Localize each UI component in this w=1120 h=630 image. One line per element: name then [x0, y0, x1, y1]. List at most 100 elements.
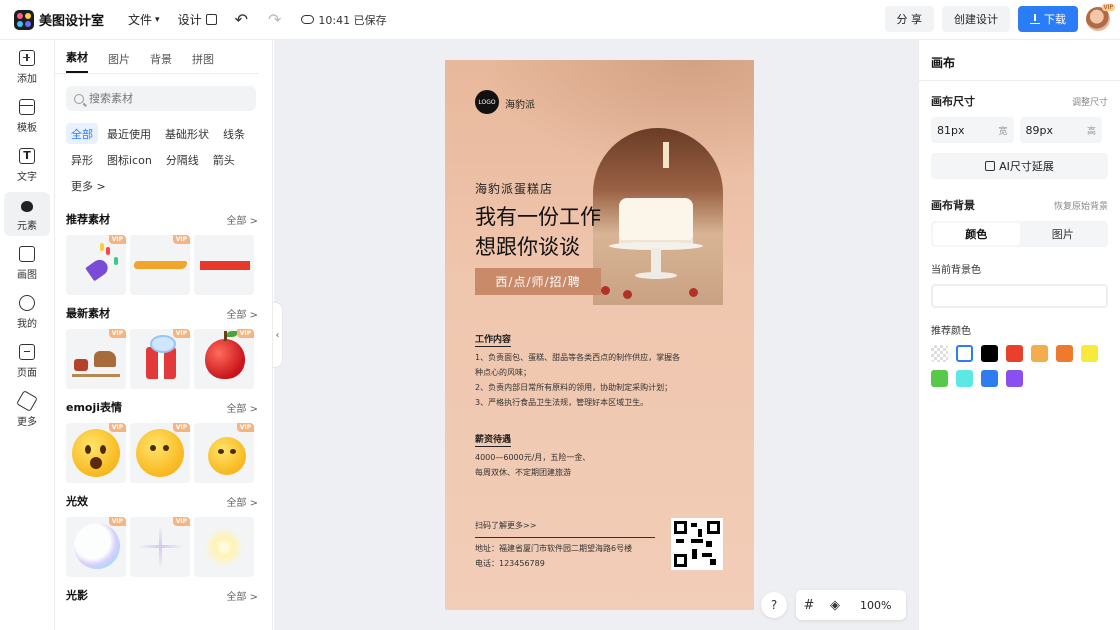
chip-icons[interactable]: 图标icon [102, 149, 157, 170]
color-swatch[interactable] [1031, 345, 1048, 362]
grid-icon[interactable]: # [796, 598, 822, 613]
width-field[interactable]: 81px 宽 [931, 117, 1014, 143]
tab-collage[interactable]: 拼图 [192, 51, 214, 73]
job-description[interactable]: 1、负责面包、蛋糕、甜品等各类西点的制作供应，掌握各 种点心的风味； 2、负责内… [475, 350, 725, 410]
chip-recent[interactable]: 最近使用 [102, 123, 156, 144]
color-swatch[interactable] [1006, 370, 1023, 387]
text-line: 种点心的风味； [475, 368, 531, 377]
nav-template[interactable]: 模板 [4, 94, 50, 138]
material-thumb[interactable]: VIP [66, 235, 126, 295]
gift-box-image [146, 335, 176, 379]
chip-lines[interactable]: 线条 [218, 123, 250, 144]
tab-materials[interactable]: 素材 [66, 49, 88, 73]
redo-icon[interactable]: ↷ [268, 10, 281, 29]
material-thumb[interactable]: VIP [194, 329, 254, 389]
avatar[interactable]: VIP [1086, 4, 1115, 31]
layers-icon[interactable]: ◈ [822, 598, 848, 613]
apple-image [205, 331, 245, 379]
download-button[interactable]: 下载 [1018, 6, 1078, 32]
collapse-panel-handle[interactable]: ‹ [273, 302, 283, 368]
color-swatch[interactable] [931, 345, 948, 362]
cake-photo[interactable] [593, 128, 723, 305]
chip-irregular[interactable]: 异形 [66, 149, 98, 170]
material-thumb[interactable]: VIP [66, 423, 126, 483]
material-thumb[interactable]: VIP [130, 235, 190, 295]
material-thumb[interactable]: VIP [66, 517, 126, 577]
confetti [106, 247, 110, 255]
tab-backgrounds[interactable]: 背景 [150, 51, 172, 73]
color-swatch[interactable] [956, 370, 973, 387]
help-button[interactable]: ? [761, 592, 787, 618]
adjust-size-link[interactable]: 调整尺寸 [1072, 95, 1108, 108]
section-light-effects: 光效 全部 > [66, 493, 258, 509]
tab-image[interactable]: 图片 [1020, 223, 1107, 245]
height-unit: 高 [1086, 126, 1096, 137]
nav-text[interactable]: T 文字 [4, 143, 50, 187]
tab-images[interactable]: 图片 [108, 51, 130, 73]
search-box[interactable] [66, 86, 256, 111]
material-thumb[interactable] [194, 517, 254, 577]
cake-stand-stem [651, 248, 661, 274]
qr-code-image[interactable] [671, 518, 723, 570]
contact-info[interactable]: 地址：福建省厦门市软件园二期望海路6号楼 电话：123456789 [475, 541, 665, 571]
nav-more[interactable]: 更多 [4, 388, 50, 432]
view-all-link[interactable]: 全部 > [226, 212, 258, 227]
section-heading[interactable]: 薪资待遇 [475, 432, 512, 447]
material-thumb[interactable]: VIP [194, 423, 254, 483]
create-design-button[interactable]: 创建设计 [942, 6, 1010, 32]
cake-stand-base [635, 272, 677, 279]
ai-extend-button[interactable]: AI尺寸延展 [931, 153, 1108, 179]
logo-icon [14, 9, 34, 30]
color-swatch[interactable] [981, 370, 998, 387]
width-value: 81px [937, 123, 965, 137]
share-button[interactable]: 分 享 [884, 6, 934, 32]
poster-tag[interactable]: 西/点/师/招/聘 [475, 268, 601, 295]
material-thumb[interactable]: VIP [130, 423, 190, 483]
nav-element[interactable]: 元素 [4, 192, 50, 236]
design-menu[interactable]: 设计 [178, 11, 217, 28]
nav-draw[interactable]: 画图 [4, 241, 50, 285]
color-swatch[interactable] [931, 370, 948, 387]
height-field[interactable]: 89px 高 [1019, 117, 1102, 143]
chip-basic-shapes[interactable]: 基础形状 [160, 123, 214, 144]
poster-subtitle[interactable]: 海豹派蛋糕店 [475, 180, 553, 197]
material-thumb[interactable]: VIP [66, 329, 126, 389]
view-all-link[interactable]: 全部 > [226, 494, 258, 509]
search-input[interactable] [89, 92, 239, 105]
app-logo[interactable]: 美图设计室 [14, 9, 104, 30]
color-swatch[interactable] [981, 345, 998, 362]
save-status-text: 10:41 已保存 [318, 13, 387, 27]
save-status: 10:41 已保存 [301, 12, 387, 28]
poster-canvas[interactable]: LOGO 海豹派 海豹派蛋糕店 我有一份工作 想跟你谈谈 西/点/师/招/聘 工… [445, 60, 754, 610]
poster-title[interactable]: 我有一份工作 想跟你谈谈 [475, 202, 601, 262]
material-thumb[interactable] [194, 235, 254, 295]
chip-more[interactable]: 更多 > [66, 175, 111, 196]
restore-bg-link[interactable]: 恢复原始背景 [1054, 199, 1108, 212]
color-swatch[interactable] [1056, 345, 1073, 362]
nav-page[interactable]: 页面 [4, 339, 50, 383]
view-all-link[interactable]: 全部 > [226, 588, 258, 603]
chip-dividers[interactable]: 分隔线 [160, 149, 204, 170]
section-heading[interactable]: 工作内容 [475, 332, 512, 347]
ai-resize-icon [985, 161, 996, 171]
qr-dot [691, 523, 697, 527]
salary-description[interactable]: 4000—6000元/月，五险一金、 每周双休、不定期团建旅游 [475, 450, 725, 480]
chip-all[interactable]: 全部 [66, 123, 98, 144]
color-swatch[interactable] [1081, 345, 1098, 362]
nav-mine[interactable]: 我的 [4, 290, 50, 334]
current-color-picker[interactable] [931, 284, 1108, 308]
color-swatch[interactable] [956, 345, 973, 362]
zoom-level[interactable]: 100% [860, 599, 891, 612]
view-all-link[interactable]: 全部 > [226, 306, 258, 321]
poster-brand[interactable]: 海豹派 [505, 96, 535, 111]
material-thumb[interactable]: VIP [130, 517, 190, 577]
poster-logo[interactable]: LOGO [475, 90, 499, 114]
chip-arrows[interactable]: 箭头 [207, 149, 240, 170]
material-thumb[interactable]: VIP [130, 329, 190, 389]
nav-add[interactable]: 添加 [4, 45, 50, 89]
color-swatch[interactable] [1006, 345, 1023, 362]
tab-color[interactable]: 颜色 [933, 223, 1020, 245]
undo-icon[interactable]: ↶ [235, 10, 248, 29]
view-all-link[interactable]: 全部 > [226, 400, 258, 415]
file-menu[interactable]: 文件 ▾ [128, 11, 160, 28]
